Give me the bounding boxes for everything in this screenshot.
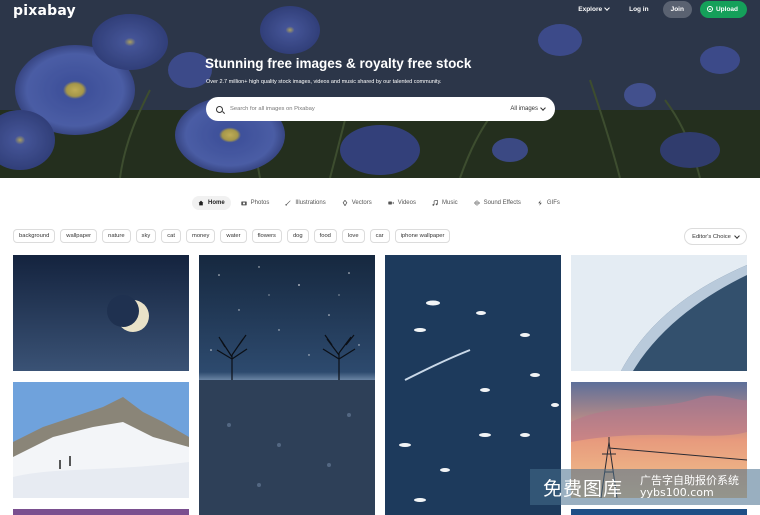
- tab-gifs[interactable]: GIFs: [531, 196, 566, 210]
- image-tile-moon[interactable]: [13, 255, 189, 371]
- moon-image: [13, 255, 189, 371]
- hero-headline: Stunning free images & royalty free stoc…: [205, 56, 472, 71]
- join-button[interactable]: Join: [662, 0, 692, 18]
- top-nav: Explore Log in Join Upload: [572, 0, 747, 18]
- search-type-select[interactable]: All images: [510, 105, 546, 112]
- search-type-label: All images: [510, 106, 538, 112]
- music-icon: [432, 200, 438, 206]
- camera-icon: [240, 201, 247, 206]
- tab-music[interactable]: Music: [426, 196, 464, 210]
- tag-chip[interactable]: dog: [286, 229, 309, 243]
- search-icon[interactable]: [216, 105, 223, 113]
- gif-icon: [538, 200, 542, 206]
- tag-chip[interactable]: iphone wallpaper: [394, 229, 451, 243]
- sound-wave-icon: [473, 200, 480, 206]
- explore-menu[interactable]: Explore: [572, 1, 615, 18]
- explore-label: Explore: [578, 5, 603, 13]
- upload-label: Upload: [715, 5, 738, 13]
- tag-chip[interactable]: love: [341, 229, 365, 243]
- tag-chip-row: background wallpaper nature sky cat mone…: [13, 229, 451, 243]
- image-tile-snow-shore[interactable]: [571, 255, 747, 371]
- tab-label: Videos: [397, 200, 416, 206]
- watermark-right-line2: yybs100.com: [640, 486, 714, 499]
- mountain-image: [13, 382, 189, 498]
- tag-chip[interactable]: wallpaper: [60, 229, 98, 243]
- hero-overlay: [0, 0, 760, 178]
- snow-shore-image: [571, 255, 747, 371]
- tag-chip[interactable]: car: [369, 229, 390, 243]
- watermark-left-text: 免费图库: [543, 478, 624, 500]
- tab-photos[interactable]: Photos: [235, 196, 276, 210]
- tab-videos[interactable]: Videos: [382, 196, 422, 210]
- home-icon: [198, 200, 204, 206]
- hero-banner: [0, 0, 760, 178]
- tab-label: Vectors: [351, 200, 372, 206]
- upload-button[interactable]: Upload: [699, 0, 747, 18]
- tag-chip[interactable]: sky: [135, 229, 157, 243]
- tab-label: Sound Effects: [483, 200, 521, 206]
- search-bar: All images: [206, 97, 555, 121]
- chevron-down-icon: [604, 5, 610, 11]
- tag-chip[interactable]: cat: [161, 229, 181, 243]
- upload-icon: [706, 6, 713, 12]
- image-tile-snow-mountain[interactable]: [13, 382, 189, 498]
- sort-label: Editor's Choice: [692, 233, 731, 240]
- image-tile-partial[interactable]: [13, 509, 189, 515]
- tab-label: Illustrations: [295, 200, 326, 206]
- chevron-down-icon: [734, 232, 740, 239]
- tag-chip[interactable]: money: [185, 229, 216, 243]
- hero-subline: Over 2.7 million+ high quality stock ima…: [206, 79, 442, 85]
- pen-icon: [342, 200, 347, 206]
- pixabay-logo[interactable]: pixabay: [13, 3, 76, 19]
- login-link[interactable]: Log in: [623, 1, 655, 18]
- search-input[interactable]: [230, 106, 511, 112]
- tab-label: Photos: [250, 200, 270, 206]
- tab-label: GIFs: [546, 200, 560, 206]
- media-type-tabs: Home Photos Illustrations Vectors Videos…: [192, 195, 566, 211]
- image-tile-night-trees[interactable]: [199, 255, 375, 515]
- tab-label: Home: [208, 200, 225, 206]
- night-trees-image: [199, 255, 375, 515]
- tag-chip[interactable]: flowers: [251, 229, 282, 243]
- tab-label: Music: [441, 200, 458, 206]
- chevron-down-icon: [540, 105, 546, 111]
- tag-chip[interactable]: water: [220, 229, 247, 243]
- tag-chip[interactable]: food: [313, 229, 337, 243]
- tab-vectors[interactable]: Vectors: [336, 196, 378, 210]
- tab-sound-effects[interactable]: Sound Effects: [468, 196, 527, 210]
- image-tile-partial[interactable]: [571, 509, 747, 515]
- video-icon: [388, 201, 394, 205]
- brush-icon: [285, 200, 291, 206]
- tab-illustrations[interactable]: Illustrations: [279, 196, 331, 210]
- sort-select[interactable]: Editor's Choice: [684, 228, 747, 245]
- tab-home[interactable]: Home: [192, 196, 231, 210]
- tag-chip[interactable]: nature: [102, 229, 131, 243]
- tag-chip[interactable]: background: [13, 229, 56, 243]
